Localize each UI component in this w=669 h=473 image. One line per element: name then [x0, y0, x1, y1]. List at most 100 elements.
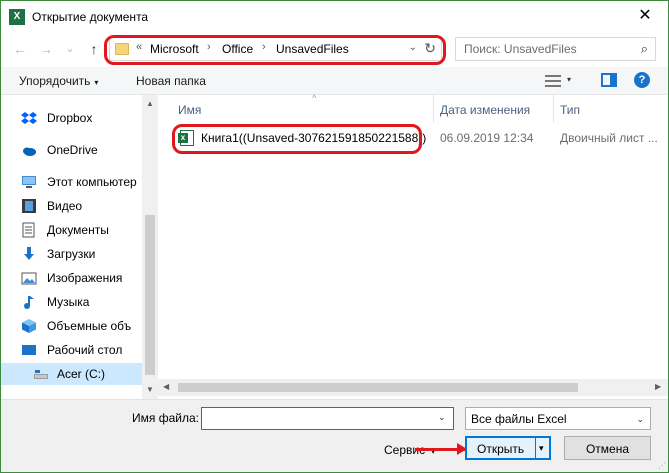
scrollbar-thumb[interactable]	[178, 383, 578, 392]
organize-button[interactable]: Упорядочить ▾	[19, 74, 98, 88]
cancel-button[interactable]: Отмена	[564, 436, 651, 460]
breadcrumb-unsavedfiles[interactable]: UnsavedFiles	[276, 42, 349, 56]
excel-file-icon	[178, 130, 194, 146]
caret-down-icon[interactable]: ▾	[567, 75, 571, 84]
scroll-left-icon[interactable]: ◀	[163, 382, 169, 391]
resize-grip-icon[interactable]: ⋰	[658, 461, 666, 470]
column-header-label: Тип	[560, 103, 581, 117]
file-name: Книга1((Unsaved-307621591850221588))	[201, 131, 427, 145]
recent-locations-icon[interactable]: ⌄	[61, 40, 79, 58]
video-icon	[22, 199, 36, 213]
sidebar-item-onedrive[interactable]: OneDrive	[21, 139, 143, 161]
breadcrumb-overflow[interactable]: «	[136, 41, 142, 53]
sidebar-item-label: Dropbox	[47, 111, 93, 125]
search-box[interactable]: Поиск: UnsavedFiles ⌕	[455, 37, 656, 61]
file-list: Имя ^ Дата изменения Тип Книга1((Unsaved…	[158, 93, 668, 399]
sidebar-item-documents[interactable]: Документы	[21, 219, 143, 241]
close-button[interactable]: ✕	[630, 5, 660, 27]
refresh-icon[interactable]: ↻	[424, 40, 436, 57]
computer-icon	[22, 176, 36, 188]
column-header-label: Дата изменения	[440, 103, 531, 117]
breadcrumb-microsoft[interactable]: Microsoft	[150, 42, 199, 56]
caret-down-icon[interactable]: ▾	[539, 443, 544, 454]
file-type-filter-value: Все файлы Excel	[471, 412, 567, 426]
scrollbar-thumb[interactable]	[145, 215, 155, 375]
sidebar-item-video[interactable]: Видео	[21, 195, 143, 217]
dialog-footer: Имя файла: ⌄ Все файлы Excel ⌄ Сервис ▾ О…	[1, 399, 668, 472]
dropbox-icon	[21, 112, 37, 124]
excel-icon: X	[9, 9, 25, 25]
red-pointer-arrow	[415, 443, 467, 455]
downloads-icon	[24, 247, 34, 260]
navigation-row: ← → ⌄ ↑ « Microsoft › Office › UnsavedFi…	[1, 32, 668, 66]
column-header-date[interactable]: Дата изменения	[434, 95, 554, 123]
help-icon[interactable]: ?	[634, 72, 650, 88]
file-name-input[interactable]	[201, 407, 454, 430]
open-label: Открыть	[477, 442, 525, 456]
navigation-pane: Dropbox OneDrive Этот компьютер Видео До…	[1, 95, 158, 399]
sidebar-item-desktop[interactable]: Рабочий стол	[21, 339, 143, 361]
sidebar-item-label: Музыка	[47, 295, 90, 309]
file-name-label: Имя файла:	[132, 411, 199, 425]
horizontal-scrollbar[interactable]: ◀ ▶	[158, 379, 668, 396]
column-header-type[interactable]: Тип	[554, 95, 668, 123]
sidebar-item-label: OneDrive	[47, 143, 98, 157]
3d-objects-icon	[22, 319, 36, 333]
open-document-dialog: X Открытие документа ✕ ← → ⌄ ↑ « Microso…	[0, 0, 669, 473]
view-options-icon[interactable]	[545, 74, 561, 88]
command-toolbar: Упорядочить ▾ Новая папка ▾ ?	[1, 67, 668, 95]
onedrive-icon	[23, 147, 36, 156]
chevron-down-icon[interactable]: ⌄	[409, 42, 417, 53]
cancel-label: Отмена	[585, 442, 630, 456]
sidebar-item-drive-c[interactable]: Acer (C:)	[1, 363, 142, 385]
file-row[interactable]: Книга1((Unsaved-307621591850221588)) 06.…	[172, 127, 668, 149]
breadcrumb-office[interactable]: Office	[222, 42, 253, 56]
window-title: Открытие документа	[32, 10, 149, 24]
sidebar-item-label: Изображения	[47, 271, 123, 285]
search-placeholder: Поиск: UnsavedFiles	[464, 42, 577, 56]
search-icon[interactable]: ⌕	[641, 41, 648, 57]
sort-ascending-icon: ^	[312, 93, 317, 103]
file-date: 06.09.2019 12:34	[440, 131, 534, 145]
folder-icon	[115, 43, 129, 55]
sidebar-item-label: Рабочий стол	[47, 343, 123, 357]
preview-pane-icon[interactable]	[601, 73, 617, 87]
caret-down-icon: ▾	[94, 78, 99, 87]
file-type: Двоичный лист ...	[560, 131, 658, 145]
file-type-filter[interactable]: Все файлы Excel ⌄	[465, 407, 651, 430]
sidebar-item-3d-objects[interactable]: Объемные объ	[21, 315, 143, 337]
scroll-up-icon[interactable]: ▲	[146, 99, 154, 108]
scroll-down-icon[interactable]: ▼	[146, 385, 154, 394]
back-arrow-icon[interactable]: ←	[11, 40, 29, 58]
column-header-label: Имя	[178, 103, 202, 117]
sidebar-item-label: Документы	[47, 223, 109, 237]
sidebar-item-label: Загрузки	[47, 247, 96, 261]
forward-arrow-icon[interactable]: →	[37, 40, 55, 58]
desktop-icon	[22, 345, 36, 355]
sidebar-item-label: Этот компьютер	[47, 175, 137, 189]
organize-label: Упорядочить	[19, 74, 91, 88]
split-divider	[535, 438, 536, 458]
title-bar: X Открытие документа ✕	[1, 1, 668, 32]
chevron-right-icon[interactable]: ›	[207, 41, 211, 53]
chevron-right-icon[interactable]: ›	[262, 41, 266, 53]
up-arrow-icon[interactable]: ↑	[85, 40, 103, 58]
sidebar-item-pictures[interactable]: Изображения	[21, 267, 143, 289]
open-button[interactable]: Открыть ▾	[465, 436, 551, 460]
scroll-right-icon[interactable]: ▶	[655, 382, 661, 391]
pictures-icon	[21, 272, 37, 285]
documents-icon	[22, 222, 35, 238]
sidebar-item-dropbox[interactable]: Dropbox	[21, 107, 143, 129]
column-header-name[interactable]: Имя ^	[172, 93, 434, 123]
address-bar[interactable]: « Microsoft › Office › UnsavedFiles ⌄ ↻	[109, 37, 442, 61]
sidebar-item-label: Видео	[47, 199, 83, 213]
sidebar-item-this-pc[interactable]: Этот компьютер	[21, 171, 143, 193]
sidebar-item-music[interactable]: Музыка	[21, 291, 143, 313]
chevron-down-icon: ⌄	[636, 414, 644, 424]
sidebar-item-label: Acer (C:)	[57, 367, 105, 381]
sidebar-item-label: Объемные объ	[47, 319, 132, 333]
chevron-down-icon[interactable]: ⌄	[438, 412, 446, 423]
sidebar-item-downloads[interactable]: Загрузки	[21, 243, 143, 265]
sidebar-scrollbar[interactable]: ▲ ▼	[142, 95, 158, 399]
new-folder-button[interactable]: Новая папка	[136, 74, 206, 88]
